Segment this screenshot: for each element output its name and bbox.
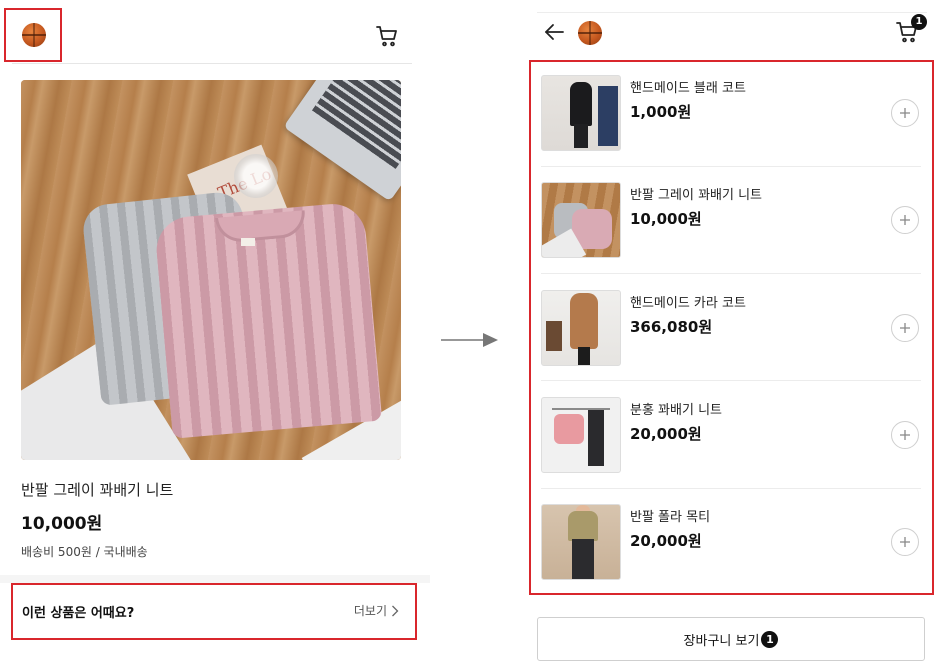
recommend-section[interactable]: 이런 상품은 어때요? 더보기 [11, 583, 417, 640]
item-price: 20,000원 [630, 532, 702, 550]
product-detail-screen: The Lo 반팔 그레이 꽈배기 니트 10,000원 배송비 500원 / … [0, 0, 430, 664]
plus-icon [900, 323, 910, 333]
recommend-title: 이런 상품은 어때요? [22, 606, 135, 621]
item-divider [541, 273, 921, 274]
arrow-right-icon [441, 333, 498, 347]
recommended-products-list: 핸드메이드 블래 코트 1,000원 반팔 그레이 꽈배기 니트 10,000원… [529, 60, 934, 595]
item-divider [541, 380, 921, 381]
list-item[interactable]: 반팔 그레이 꽈배기 니트 10,000원 [541, 182, 921, 262]
add-to-cart-button[interactable] [891, 421, 919, 449]
product-thumbnail[interactable] [541, 182, 621, 258]
product-name: 반팔 그레이 꽈배기 니트 [21, 481, 174, 499]
item-price: 20,000원 [630, 425, 702, 443]
basketball-logo-icon[interactable] [22, 23, 46, 47]
item-price: 10,000원 [630, 210, 702, 228]
add-to-cart-button[interactable] [891, 528, 919, 556]
list-item[interactable]: 분홍 꽈배기 니트 20,000원 [541, 397, 921, 477]
product-thumbnail[interactable] [541, 397, 621, 473]
product-thumbnail[interactable] [541, 504, 621, 580]
product-price: 10,000원 [21, 514, 103, 534]
item-name: 반팔 그레이 꽈배기 니트 [630, 188, 762, 203]
list-item[interactable]: 핸드메이드 카라 코트 366,080원 [541, 290, 921, 370]
shipping-info: 배송비 500원 / 국내배송 [21, 545, 148, 559]
add-to-cart-button[interactable] [891, 314, 919, 342]
item-price: 1,000원 [630, 103, 692, 121]
section-divider [0, 575, 430, 583]
item-name: 반팔 폴라 목티 [630, 510, 711, 525]
basketball-logo-icon[interactable] [578, 21, 602, 45]
view-cart-label: 장바구니 보기 [683, 633, 760, 649]
arrow-left-icon[interactable] [543, 22, 565, 42]
item-price: 366,080원 [630, 318, 713, 336]
product-image[interactable]: The Lo [21, 80, 401, 460]
chevron-right-icon [392, 605, 399, 616]
cart-button-count-badge: 1 [761, 630, 779, 648]
plus-icon [900, 430, 910, 440]
product-thumbnail[interactable] [541, 75, 621, 151]
plus-icon [900, 215, 910, 225]
add-to-cart-button[interactable] [891, 206, 919, 234]
list-item[interactable]: 핸드메이드 블래 코트 1,000원 [541, 75, 921, 155]
view-cart-button[interactable]: 장바구니 보기 1 [537, 617, 925, 661]
item-name: 핸드메이드 카라 코트 [630, 296, 746, 311]
header-divider [12, 63, 412, 64]
cart-icon[interactable] [375, 24, 399, 48]
plus-icon [900, 537, 910, 547]
item-divider [541, 488, 921, 489]
cart-count-badge: 1 [911, 14, 927, 30]
more-link[interactable]: 더보기 [354, 602, 399, 619]
list-item[interactable]: 반팔 폴라 목티 20,000원 [541, 504, 921, 584]
more-label: 더보기 [353, 604, 387, 618]
item-name: 핸드메이드 블래 코트 [630, 81, 746, 96]
add-to-cart-button[interactable] [891, 99, 919, 127]
item-divider [541, 166, 921, 167]
product-thumbnail[interactable] [541, 290, 621, 366]
plus-icon [900, 108, 910, 118]
item-name: 분홍 꽈배기 니트 [630, 403, 722, 418]
header-top-divider [537, 12, 927, 13]
